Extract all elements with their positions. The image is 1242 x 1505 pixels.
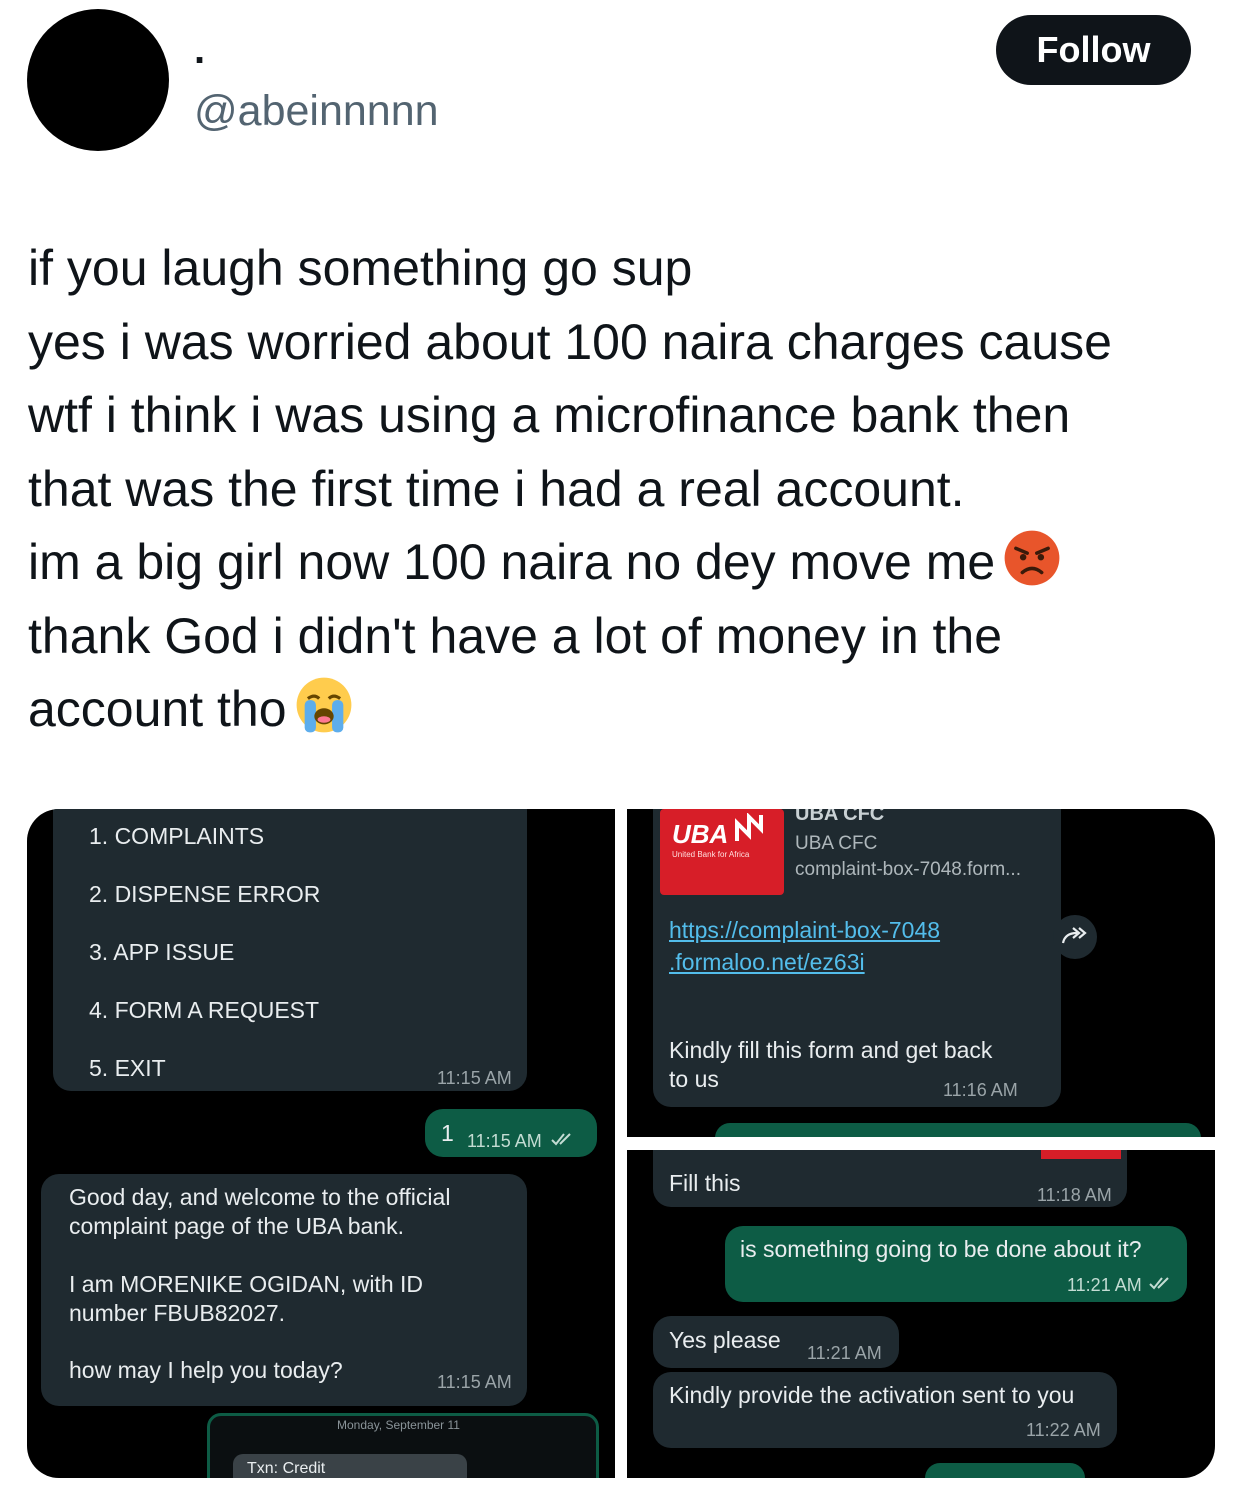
fill-text: Fill this	[669, 1170, 741, 1196]
angry-face-emoji	[1004, 530, 1060, 586]
message-time: 11:22 AM	[1026, 1420, 1101, 1440]
message-time: 11:16 AM	[943, 1080, 1018, 1100]
yes-text: Yes please	[669, 1327, 781, 1353]
uba-logo-subtext: United Bank for Africa	[672, 850, 750, 859]
help-text: how may I help you today?	[69, 1357, 343, 1383]
tweet-text: if you laugh something go sup yes i was …	[28, 232, 1218, 747]
preview-site: UBA CFC	[795, 833, 878, 854]
complaint-link[interactable]: https://complaint-box-7048	[669, 917, 940, 944]
uba-logo-mark-icon	[735, 813, 763, 841]
question-text: is something going to be done about it?	[740, 1236, 1142, 1262]
message-time: 11:15 AM	[467, 1131, 542, 1151]
date-label: Monday, September 11	[337, 1418, 460, 1432]
agent-intro-text: number FBUB82027.	[69, 1300, 286, 1326]
message-time: 11:18 AM	[1037, 1185, 1112, 1205]
tweet-line: wtf i think i was using a microfinance b…	[28, 387, 1071, 443]
tweet-line-with-emoji: account tho	[28, 673, 1218, 747]
menu-item: 4. FORM A REQUEST	[89, 997, 320, 1023]
follow-button[interactable]: Follow	[996, 15, 1191, 85]
welcome-text: Good day, and welcome to the official	[69, 1184, 451, 1210]
outgoing-bubble-partial	[715, 1123, 1201, 1137]
tweet-line: account tho	[28, 681, 287, 737]
chat-screenshot-left[interactable]: 1. COMPLAINTS 2. DISPENSE ERROR 3. APP I…	[27, 809, 615, 1478]
tweet-line-with-emoji: im a big girl now 100 naira no dey move …	[28, 526, 1218, 600]
user-handle[interactable]: @abeinnnnn	[194, 87, 439, 135]
agent-intro-text: I am MORENIKE OGIDAN, with ID	[69, 1271, 423, 1297]
complaint-link[interactable]: .formaloo.net/ez63i	[669, 949, 865, 976]
media-grid[interactable]: 1. COMPLAINTS 2. DISPENSE ERROR 3. APP I…	[27, 809, 1215, 1478]
tweet-line: yes i was worried about 100 naira charge…	[28, 313, 1112, 370]
activation-text: Kindly provide the activation sent to yo…	[669, 1382, 1075, 1408]
message-time: 11:21 AM	[807, 1343, 882, 1363]
forward-icon	[1061, 927, 1087, 944]
menu-item: 3. APP ISSUE	[89, 939, 235, 965]
menu-item: 1. COMPLAINTS	[89, 823, 265, 849]
menu-item: 5. EXIT	[89, 1055, 166, 1081]
chat-screenshot-top-right[interactable]: UBA United Bank for Africa UBA CFC UBA C…	[627, 809, 1215, 1137]
welcome-text: complaint page of the UBA bank.	[69, 1213, 404, 1239]
preview-url: complaint-box-7048.form...	[795, 859, 1021, 880]
txn-label: Txn: Credit	[247, 1460, 326, 1477]
uba-logo-text: UBA	[672, 819, 729, 849]
double-check-icon	[1149, 1277, 1169, 1290]
avatar[interactable]	[27, 9, 169, 151]
reply-text: 1	[441, 1120, 454, 1146]
display-name[interactable]: .	[194, 30, 205, 70]
chat-screenshot-bottom-right[interactable]: Fill this 11:18 AM is something going to…	[627, 1150, 1215, 1478]
tweet-line: thank God i didn't have a lot of money i…	[28, 607, 1003, 664]
loudly-crying-face-emoji	[296, 677, 351, 733]
message-time: 11:15 AM	[437, 1068, 512, 1088]
note-text: Kindly fill this form and get back	[669, 1037, 993, 1063]
outgoing-bubble-partial	[925, 1463, 1085, 1478]
preview-title: UBA CFC	[795, 809, 885, 825]
menu-item: 2. DISPENSE ERROR	[89, 881, 321, 907]
note-text: to us	[669, 1066, 719, 1092]
message-time: 11:15 AM	[437, 1372, 512, 1392]
message-time: 11:21 AM	[1067, 1275, 1142, 1295]
tweet-line: im a big girl now 100 naira no dey move …	[28, 534, 996, 590]
tweet-line: that was the first time i had a real acc…	[28, 460, 965, 517]
double-check-icon	[551, 1133, 571, 1146]
image-edge-partial	[1041, 1150, 1121, 1159]
tweet-line: if you laugh something go sup	[28, 240, 693, 296]
